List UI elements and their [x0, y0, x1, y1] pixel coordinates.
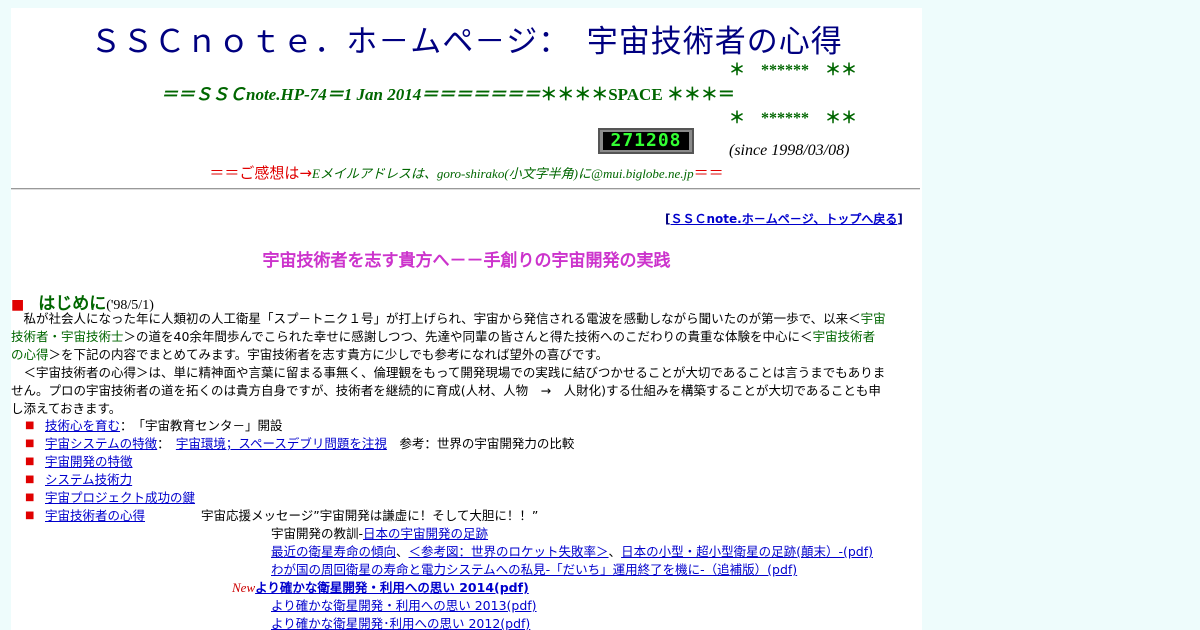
page-title: ＳＳＣｎｏｔｅ．ホ－ムペ－ジ： 宇宙技術者の心得: [90, 24, 843, 60]
bullet-icon: ■: [25, 438, 35, 449]
topic-note: ：: [157, 436, 176, 451]
sublink-row: より確かな衛星開発･利用への思い 2012(pdf): [271, 615, 530, 630]
sublink-row: Newより確かな衛星開発・利用への思い 2014(pdf): [232, 579, 529, 597]
intro-highlight: の心得: [11, 347, 49, 362]
topic-link[interactable]: 宇宙プロジェクト成功の鍵: [45, 490, 195, 505]
intro-text: し添えておきます。: [11, 401, 122, 416]
intro-paragraph-1: 私が社会人になった年に人類初の人工衛星「スプ－トニク１号」が打上げられ、宇宙から…: [11, 310, 922, 364]
intro-paragraph-2: ＜宇宙技術者の心得＞は、単に精神面や言葉に留まる事無く、倫理観をもって開発現場で…: [11, 364, 922, 418]
sublink-row: 最近の衛星寿命の傾向、＜参考図：世界のロケット失敗率＞、日本の小型・超小型衛星の…: [271, 543, 873, 561]
intro-text: ＞を下記の内容でまとめてみます。宇宙技術者を志す貴方に少しでも参考になれば望外の…: [48, 347, 609, 362]
topic-link[interactable]: システム技術力: [45, 472, 132, 487]
list-item: ■ 宇宙開発の特徴: [11, 453, 922, 471]
sublink-row: より確かな衛星開発・利用への思い 2013(pdf): [271, 597, 537, 615]
horizontal-divider: [11, 188, 920, 190]
since-date: (since 1998/03/08): [729, 142, 850, 159]
bullet-icon: ■: [25, 492, 35, 503]
list-item: ■ 宇宙システムの特徴： 宇宙環境；スペースデブリ問題を注視 参考：世界の宇宙開…: [11, 435, 922, 453]
bullet-icon: ■: [25, 474, 35, 485]
new-badge: New: [232, 580, 256, 595]
visitor-counter-digits: 271208: [603, 132, 689, 150]
hp-version-text: ＝＝ＳＳＣnote.HP-74＝1 Jan 2014＝＝＝＝＝＝＝: [161, 85, 541, 104]
topic-link[interactable]: 宇宙技術者の心得: [45, 508, 145, 523]
list-item: ■ 宇宙技術者の心得 宇宙応援メッセージ”宇宙開発は謙虚に！そして大胆に！！”: [11, 507, 922, 525]
sublink[interactable]: より確かな衛星開発・利用への思い 2013(pdf): [271, 598, 537, 613]
stars-decoration-bottom: ＊ ****** ＊＊: [729, 110, 858, 127]
list-item: ■ 技術心を育む： 「宇宙教育センタ－」開設: [11, 417, 922, 435]
bullet-icon: ■: [25, 456, 35, 467]
contact-email-text: Eメイルアドレスは、goro-shirako(小文字半角)に@mui.biglo…: [311, 166, 694, 181]
sublink[interactable]: わが国の周回衛星の寿命と電力システムへの私見-「だいち」運用終了を機に-（追補版…: [271, 562, 797, 577]
topic-link[interactable]: 宇宙開発の特徴: [45, 454, 133, 469]
intro-highlight: 宇宙: [860, 311, 886, 326]
topic-note: 参考：世界の宇宙開発力の比較: [386, 436, 575, 451]
contact-line: ＝＝ご感想は→Eメイルアドレスは、goro-shirako(小文字半角)に@mu…: [11, 162, 922, 183]
sublink[interactable]: 最近の衛星寿命の傾向: [271, 544, 396, 559]
intro-text: せん。プロの宇宙技術者の道を拓くのは貴方自身ですが、技術者を継続的に育成(人材、…: [11, 383, 881, 398]
stars-decoration-top: ＊ ****** ＊＊: [729, 62, 858, 79]
intro-highlight: 技術者・宇宙技術士: [11, 329, 124, 344]
topic-list: ■ 技術心を育む： 「宇宙教育センタ－」開設 ■ 宇宙システムの特徴： 宇宙環境…: [11, 417, 922, 525]
intro-text: ＞の道を40余年間歩んでこられた幸せに感謝しつつ、先達や同輩の皆さんと得た技術へ…: [123, 329, 813, 344]
visitor-counter: 271208: [598, 128, 694, 154]
topic-note: 宇宙応援メッセージ”宇宙開発は謙虚に！そして大胆に！！”: [201, 508, 539, 523]
bullet-icon: ■: [25, 420, 35, 431]
sublink-label: 宇宙開発の教訓-: [271, 526, 364, 541]
sublink-row: 宇宙開発の教訓-日本の宇宙開発の足跡: [271, 525, 488, 543]
topic-link[interactable]: 宇宙システムの特徴: [45, 436, 157, 451]
sublink[interactable]: 日本の宇宙開発の足跡: [363, 526, 488, 541]
sublink[interactable]: ＜参考図：世界のロケット失敗率＞: [409, 544, 609, 559]
bracket-close: ]: [897, 212, 903, 226]
separator: 、: [396, 544, 409, 559]
sublink-row: わが国の周回衛星の寿命と電力システムへの私見-「だいち」運用終了を機に-（追補版…: [271, 561, 797, 579]
topic-note: ： 「宇宙教育センタ－」開設: [120, 418, 283, 433]
page: ＳＳＣｎｏｔｅ．ホ－ムペ－ジ： 宇宙技術者の心得 ＊ ****** ＊＊ ＝＝Ｓ…: [11, 8, 922, 630]
intro-text: ＜宇宙技術者の心得＞は、単に精神面や言葉に留まる事無く、倫理観をもって開発現場で…: [11, 365, 886, 380]
contact-prefix: ＝＝ご感想は→: [209, 164, 312, 182]
space-banner-text: ＊＊＊＊SPACE ＊＊＊＝: [540, 85, 735, 104]
list-item: ■ 宇宙プロジェクト成功の鍵: [11, 489, 922, 507]
top-nav: [ＳＳＣnote.ホ－ムペ－ジ、トップへ戻る]: [665, 210, 903, 227]
sublink[interactable]: より確かな衛星開発・利用への思い 2014(pdf): [255, 580, 529, 595]
intro-highlight: 宇宙技術者: [812, 329, 876, 344]
sublink[interactable]: 日本の小型・超小型衛星の足跡(顛末）-(pdf): [621, 544, 873, 559]
contact-suffix: ＝＝: [693, 164, 724, 182]
intro-text: 私が社会人になった年に人類初の人工衛星「スプ－トニク１号」が打上げられ、宇宙から…: [11, 311, 861, 326]
list-item: ■ システム技術力: [11, 471, 922, 489]
back-to-top-link[interactable]: ＳＳＣnote.ホ－ムペ－ジ、トップへ戻る: [670, 212, 897, 226]
topic-link[interactable]: 宇宙環境；スペースデブリ問題を注視: [176, 436, 387, 451]
hp-version-line: ＝＝ＳＳＣnote.HP-74＝1 Jan 2014＝＝＝＝＝＝＝＊＊＊＊SPA…: [161, 80, 735, 105]
page-subtitle: 宇宙技術者を志す貴方へ－－手創りの宇宙開発の実践: [262, 251, 671, 271]
separator: 、: [608, 544, 622, 559]
sublink[interactable]: より確かな衛星開発･利用への思い 2012(pdf): [271, 616, 530, 630]
topic-link[interactable]: 技術心を育む: [45, 418, 120, 433]
bullet-icon: ■: [25, 510, 35, 521]
